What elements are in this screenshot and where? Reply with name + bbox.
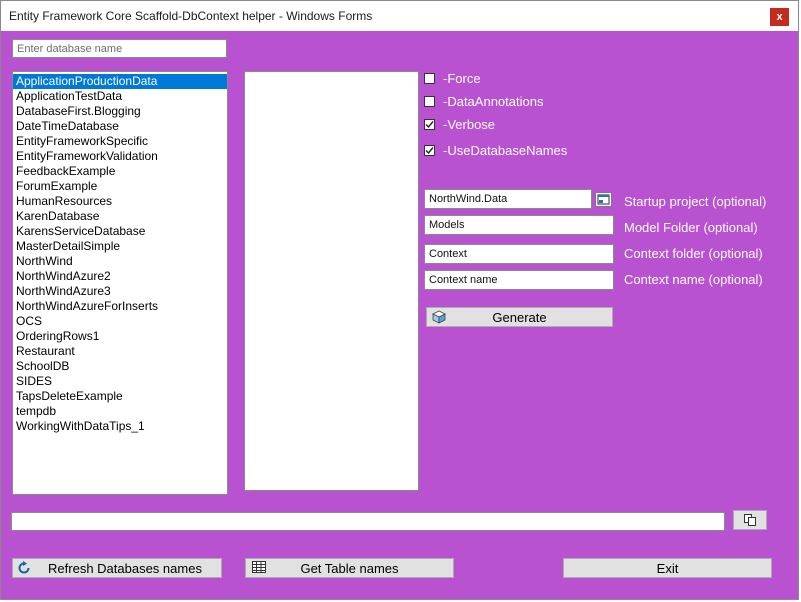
database-list-item[interactable]: OrderingRows1 <box>13 329 227 344</box>
database-list-item[interactable]: HumanResources <box>13 194 227 209</box>
main-window: Entity Framework Core Scaffold-DbContext… <box>0 0 799 600</box>
database-list-item[interactable]: NorthWindAzure2 <box>13 269 227 284</box>
model-folder-input[interactable]: Models <box>424 215 614 235</box>
database-list[interactable]: ApplicationProductionData ApplicationTest… <box>12 71 228 495</box>
database-list-item[interactable]: EntityFrameworkValidation <box>13 149 227 164</box>
force-label: -Force <box>443 70 481 86</box>
startup-project-input[interactable]: NorthWind.Data <box>424 189 592 209</box>
copy-icon <box>744 514 756 526</box>
refresh-icon <box>17 561 31 578</box>
browse-project-button[interactable] <box>595 192 612 207</box>
context-folder-label: Context folder (optional) <box>624 246 763 261</box>
model-folder-label: Model Folder (optional) <box>624 220 758 235</box>
command-output-field[interactable] <box>11 512 725 531</box>
database-list-item[interactable]: MasterDetailSimple <box>13 239 227 254</box>
database-list-item[interactable]: TapsDeleteExample <box>13 389 227 404</box>
database-list-item[interactable]: EntityFrameworkSpecific <box>13 134 227 149</box>
database-list-item[interactable]: FeedbackExample <box>13 164 227 179</box>
refresh-databases-button[interactable]: Refresh Databases names <box>12 558 222 578</box>
verbose-checkbox[interactable] <box>424 118 435 130</box>
verbose-label: -Verbose <box>443 116 496 132</box>
database-list-item[interactable]: ApplicationTestData <box>13 89 227 104</box>
database-list-item[interactable]: tempdb <box>13 404 227 419</box>
use-database-names-label: -UseDatabaseNames <box>443 142 568 158</box>
window-title: Entity Framework Core Scaffold-DbContext… <box>9 9 373 23</box>
cube-icon <box>432 310 446 327</box>
database-list-item[interactable]: ApplicationProductionData <box>13 74 227 89</box>
context-folder-input[interactable]: Context <box>424 244 614 264</box>
copy-button[interactable] <box>733 510 767 530</box>
exit-button[interactable]: Exit <box>563 558 772 578</box>
checkmark-icon <box>425 120 434 128</box>
checkmark-icon <box>425 146 434 154</box>
database-list-item[interactable]: SchoolDB <box>13 359 227 374</box>
refresh-databases-label: Refresh Databases names <box>48 560 202 576</box>
database-list-item[interactable]: DateTimeDatabase <box>13 119 227 134</box>
get-table-names-button[interactable]: Get Table names <box>245 558 454 578</box>
database-search-input[interactable]: Enter database name <box>12 39 227 58</box>
force-option[interactable]: -Force <box>424 70 481 86</box>
database-list-item[interactable]: OCS <box>13 314 227 329</box>
database-list-item[interactable]: Restaurant <box>13 344 227 359</box>
context-name-input[interactable]: Context name <box>424 270 614 290</box>
table-names-list[interactable] <box>244 71 419 491</box>
context-name-label: Context name (optional) <box>624 272 763 287</box>
database-list-item[interactable]: SIDES <box>13 374 227 389</box>
database-list-item[interactable]: DatabaseFirst.Blogging <box>13 104 227 119</box>
startup-project-label: Startup project (optional) <box>624 194 767 209</box>
database-list-item[interactable]: ForumExample <box>13 179 227 194</box>
data-annotations-checkbox[interactable] <box>424 95 435 107</box>
use-database-names-checkbox[interactable] <box>424 144 435 156</box>
get-table-names-label: Get Table names <box>300 560 399 576</box>
database-list-item[interactable]: KarenDatabase <box>13 209 227 224</box>
verbose-option[interactable]: -Verbose <box>424 116 495 132</box>
table-icon <box>252 561 266 577</box>
database-list-item[interactable]: WorkingWithDataTips_1 <box>13 419 227 434</box>
title-bar: Entity Framework Core Scaffold-DbContext… <box>1 1 798 31</box>
database-list-item[interactable]: NorthWind <box>13 254 227 269</box>
exit-label: Exit <box>656 560 679 576</box>
data-annotations-label: -DataAnnotations <box>443 93 544 109</box>
generate-button[interactable]: Generate <box>426 307 613 327</box>
generate-label: Generate <box>492 309 547 325</box>
data-annotations-option[interactable]: -DataAnnotations <box>424 93 543 109</box>
close-button[interactable]: x <box>770 8 789 26</box>
window-browse-icon <box>597 194 610 205</box>
use-database-names-option[interactable]: -UseDatabaseNames <box>424 142 567 158</box>
database-list-item[interactable]: KarensServiceDatabase <box>13 224 227 239</box>
database-list-item[interactable]: NorthWindAzureForInserts <box>13 299 227 314</box>
database-list-item[interactable]: NorthWindAzure3 <box>13 284 227 299</box>
force-checkbox[interactable] <box>424 72 435 84</box>
